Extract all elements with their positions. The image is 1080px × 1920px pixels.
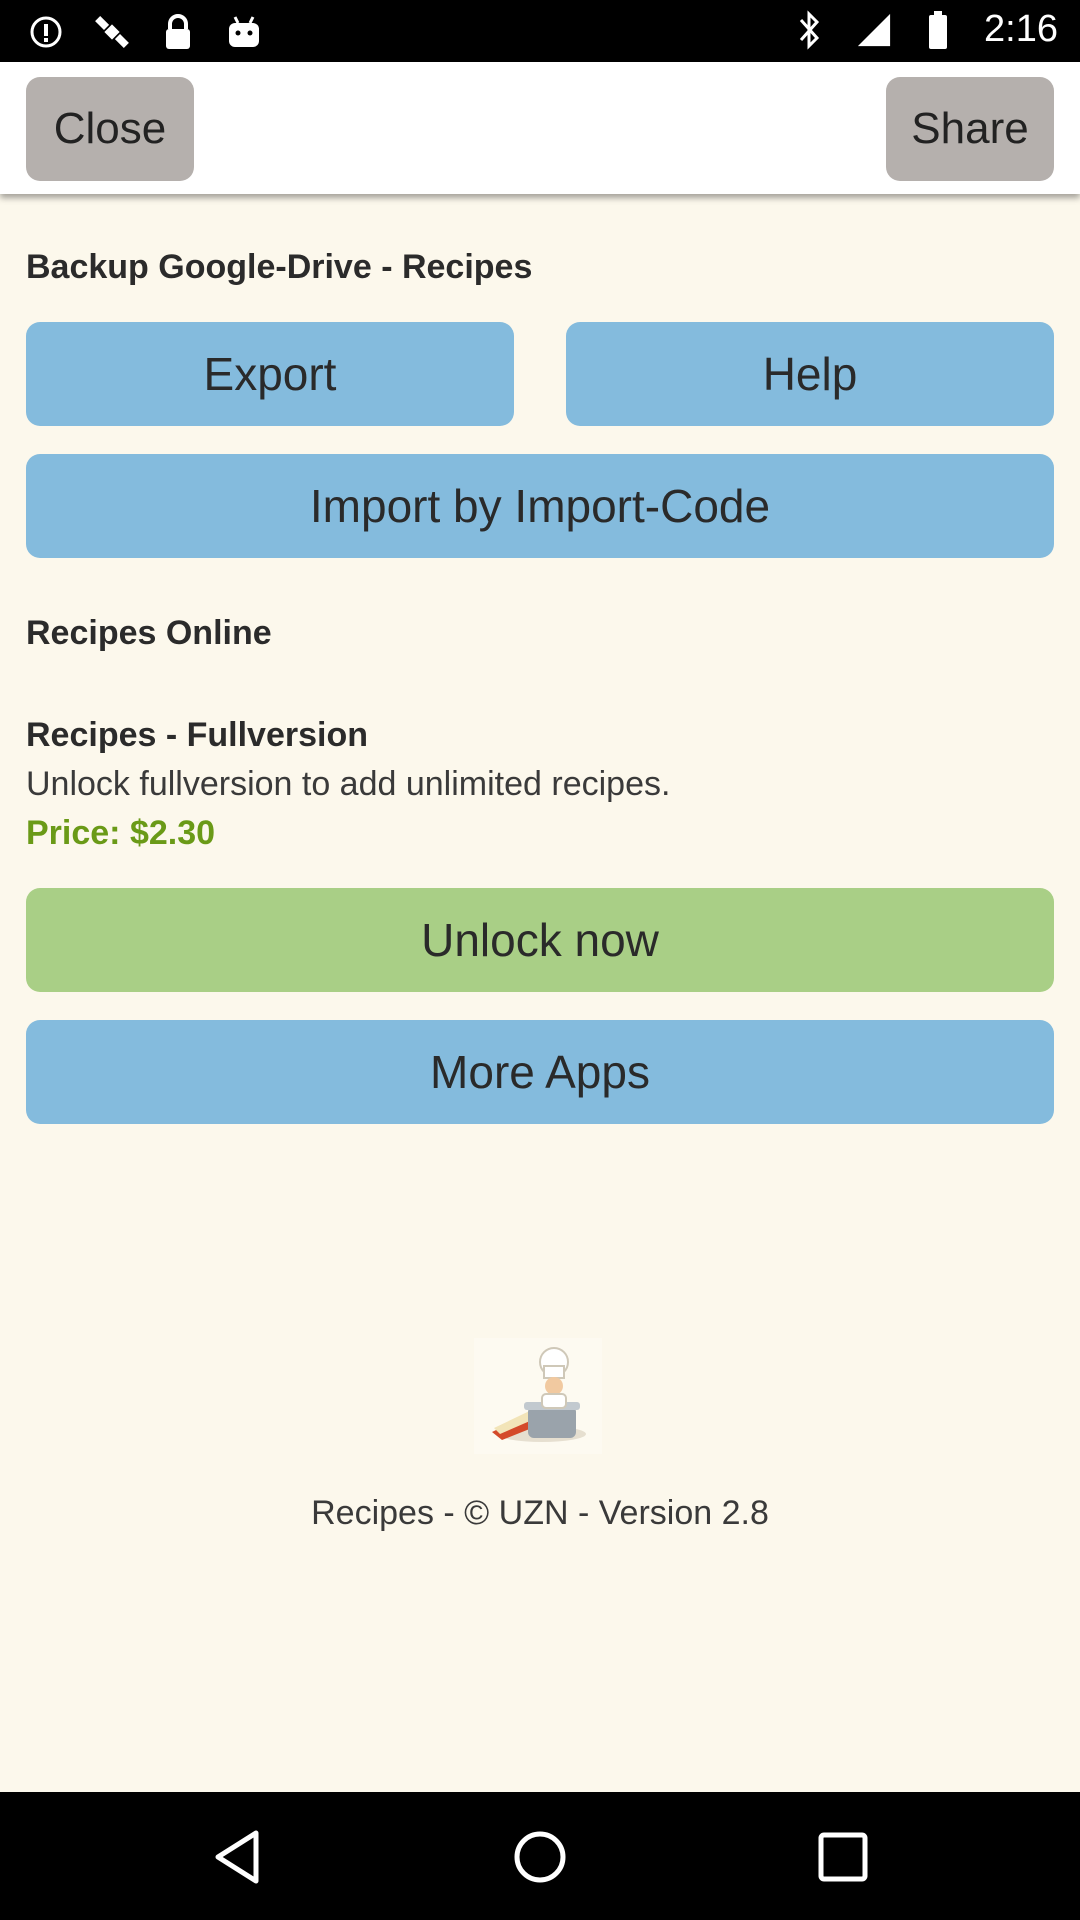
unlock-now-button[interactable]: Unlock now: [26, 888, 1054, 992]
navigation-bar: [0, 1792, 1080, 1920]
export-button[interactable]: Export: [26, 322, 514, 426]
info-icon: [28, 12, 64, 52]
chef-cooking-pot-icon: [472, 1336, 604, 1456]
settings-content: Backup Google-Drive - Recipes Export Hel…: [0, 194, 1080, 1792]
home-icon[interactable]: [505, 1822, 575, 1892]
help-button[interactable]: Help: [566, 322, 1054, 426]
satellite-icon: [94, 12, 130, 52]
clock-time: 2:16: [984, 8, 1058, 50]
signal-icon: [856, 10, 892, 50]
back-icon[interactable]: [202, 1822, 272, 1892]
share-button[interactable]: Share: [886, 77, 1054, 181]
import-code-button[interactable]: Import by Import-Code: [26, 454, 1054, 558]
lock-icon: [160, 12, 196, 52]
android-icon: [226, 12, 262, 52]
fullversion-description: Unlock fullversion to add unlimited reci…: [26, 765, 671, 803]
status-left-icons: [28, 12, 262, 52]
price-label: Price: $2.30: [26, 814, 216, 852]
fullversion-heading: Recipes - Fullversion: [26, 716, 368, 754]
recents-icon[interactable]: [808, 1822, 878, 1892]
backup-heading: Backup Google-Drive - Recipes: [26, 248, 533, 286]
close-button[interactable]: Close: [26, 77, 194, 181]
recipes-online-heading: Recipes Online: [26, 614, 272, 652]
status-right-icons: 2:16: [792, 8, 1058, 51]
version-text: Recipes - © UZN - Version 2.8: [311, 1494, 769, 1532]
bluetooth-icon: [792, 9, 828, 50]
status-bar: 2:16: [0, 0, 1080, 62]
top-bar: Close Share: [0, 62, 1080, 194]
battery-icon: [920, 10, 956, 50]
more-apps-button[interactable]: More Apps: [26, 1020, 1054, 1124]
